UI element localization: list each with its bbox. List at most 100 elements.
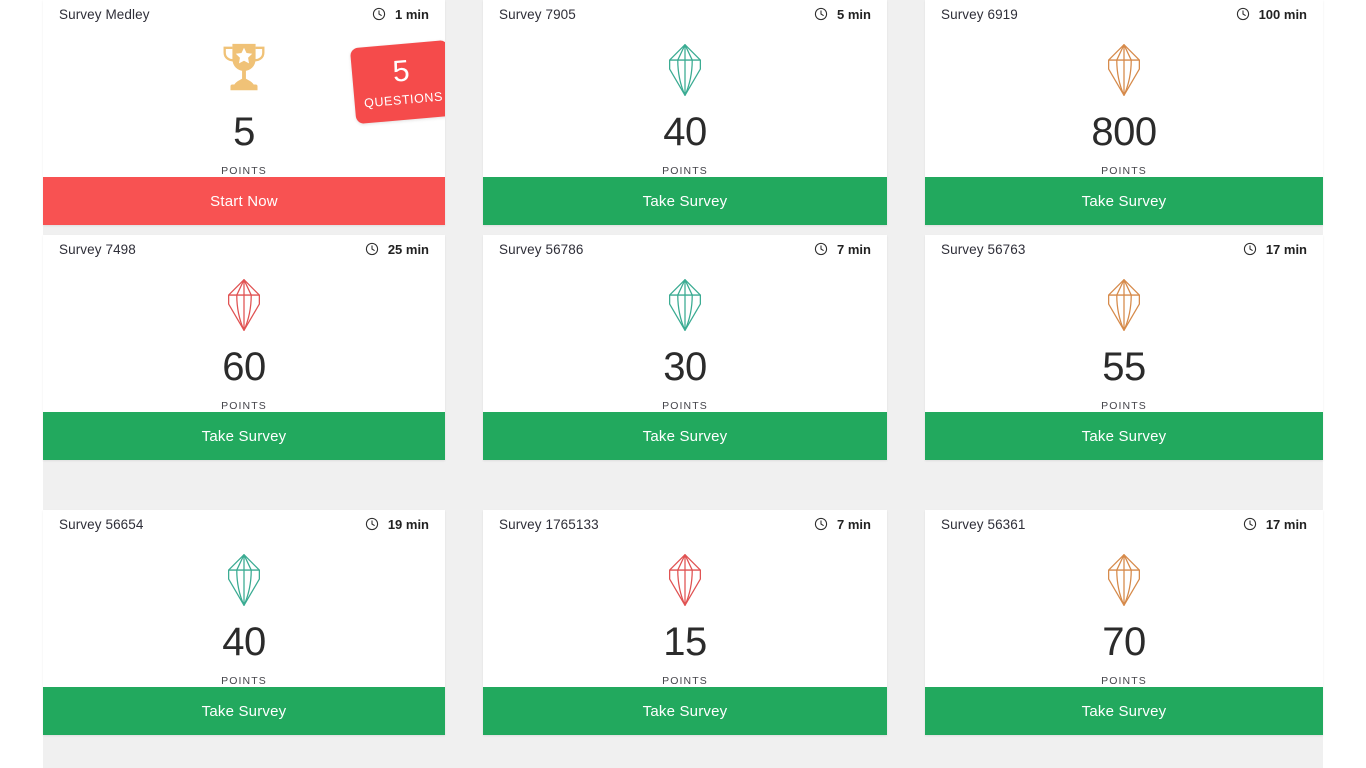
clock-icon (372, 7, 386, 21)
survey-title: Survey 56786 (499, 241, 584, 257)
card-body: 30 POINTS (483, 263, 887, 412)
points-value: 40 (222, 620, 266, 664)
take-survey-button[interactable]: Take Survey (43, 687, 445, 735)
card-header: Survey 56763 17 min (925, 235, 1323, 263)
gem-icon (669, 554, 701, 606)
duration-text: 5 min (837, 6, 871, 22)
points-value: 60 (222, 345, 266, 389)
duration-text: 19 min (387, 516, 429, 532)
points-value: 55 (1102, 345, 1146, 389)
duration-text: 1 min (395, 6, 429, 22)
card-body: 70 POINTS (925, 538, 1323, 687)
card-body: 60 POINTS (43, 263, 445, 412)
take-survey-button[interactable]: Take Survey (483, 177, 887, 225)
gem-icon (1108, 279, 1140, 331)
card-header: Survey 7905 5 min (483, 0, 887, 28)
take-survey-button[interactable]: Take Survey (925, 412, 1323, 460)
survey-card-grid: Survey Medley 1 min 5 POINTS 5 QUESTIONS Start… (43, 0, 1323, 768)
survey-card: Survey 1765133 7 min 15 POINTS Take Survey (483, 510, 887, 735)
survey-title: Survey 56654 (59, 516, 144, 532)
points-value: 30 (663, 345, 707, 389)
card-header: Survey 1765133 7 min (483, 510, 887, 538)
duration-text: 7 min (837, 241, 871, 257)
survey-duration: 100 min (1236, 7, 1307, 22)
survey-duration: 25 min (365, 242, 429, 257)
survey-title: Survey 7905 (499, 6, 576, 22)
card-body: 800 POINTS (925, 28, 1323, 177)
survey-card: Survey 7498 25 min 60 POINTS Take Survey (43, 235, 445, 460)
take-survey-button[interactable]: Take Survey (925, 687, 1323, 735)
points-label: POINTS (221, 400, 267, 412)
survey-card: Survey Medley 1 min 5 POINTS 5 QUESTIONS Start… (43, 0, 445, 225)
take-survey-button[interactable]: Take Survey (483, 412, 887, 460)
survey-duration: 1 min (372, 7, 429, 22)
survey-duration: 5 min (814, 7, 871, 22)
take-survey-button[interactable]: Take Survey (925, 177, 1323, 225)
card-header: Survey 56786 7 min (483, 235, 887, 263)
duration-text: 7 min (837, 516, 871, 532)
questions-count: 5 (391, 54, 411, 89)
gem-icon (1108, 554, 1140, 606)
survey-duration: 7 min (814, 242, 871, 257)
gem-icon (228, 279, 260, 331)
card-header: Survey Medley 1 min (43, 0, 445, 28)
survey-card: Survey 56786 7 min 30 POINTS Take Survey (483, 235, 887, 460)
points-label: POINTS (221, 675, 267, 687)
card-body: 5 POINTS 5 QUESTIONS (43, 28, 445, 177)
survey-card: Survey 56361 17 min 70 POINTS Take Survey (925, 510, 1323, 735)
trophy-icon (223, 43, 265, 91)
points-value: 800 (1091, 110, 1157, 154)
points-label: POINTS (662, 165, 708, 177)
take-survey-button[interactable]: Take Survey (43, 412, 445, 460)
duration-text: 100 min (1258, 6, 1307, 22)
survey-title: Survey 1765133 (499, 516, 599, 532)
survey-card: Survey 56654 19 min 40 POINTS Take Survey (43, 510, 445, 735)
duration-text: 17 min (1265, 241, 1307, 257)
survey-duration: 17 min (1243, 517, 1307, 532)
card-body: 40 POINTS (43, 538, 445, 687)
questions-label: QUESTIONS (363, 89, 444, 111)
points-label: POINTS (662, 400, 708, 412)
points-value: 5 (233, 110, 255, 154)
duration-text: 25 min (387, 241, 429, 257)
survey-title: Survey 7498 (59, 241, 136, 257)
clock-icon (814, 242, 828, 256)
gem-icon (1108, 44, 1140, 96)
clock-icon (1243, 517, 1256, 531)
clock-icon (1243, 242, 1256, 256)
points-value: 15 (663, 620, 707, 664)
survey-card: Survey 7905 5 min 40 POINTS Take Survey (483, 0, 887, 225)
points-label: POINTS (1101, 165, 1147, 177)
card-body: 55 POINTS (925, 263, 1323, 412)
card-header: Survey 56361 17 min (925, 510, 1323, 538)
take-survey-button[interactable]: Take Survey (483, 687, 887, 735)
survey-card: Survey 56763 17 min 55 POINTS Take Survey (925, 235, 1323, 460)
clock-icon (365, 242, 378, 256)
questions-badge: 5 QUESTIONS (349, 39, 445, 125)
card-header: Survey 56654 19 min (43, 510, 445, 538)
survey-title: Survey 56361 (941, 516, 1026, 532)
gem-icon (669, 279, 701, 331)
card-header: Survey 7498 25 min (43, 235, 445, 263)
points-label: POINTS (1101, 675, 1147, 687)
clock-icon (365, 517, 378, 531)
points-label: POINTS (1101, 400, 1147, 412)
card-body: 40 POINTS (483, 28, 887, 177)
survey-duration: 7 min (814, 517, 871, 532)
card-body: 15 POINTS (483, 538, 887, 687)
points-label: POINTS (221, 165, 267, 177)
points-label: POINTS (662, 675, 708, 687)
survey-card: Survey 6919 100 min 800 POINTS Take Survey (925, 0, 1323, 225)
survey-title: Survey Medley (59, 6, 150, 22)
survey-duration: 17 min (1243, 242, 1307, 257)
gem-icon (669, 44, 701, 96)
clock-icon (1236, 7, 1249, 21)
points-value: 40 (663, 110, 707, 154)
gem-icon (228, 554, 260, 606)
start-now-button[interactable]: Start Now (43, 177, 445, 225)
clock-icon (814, 517, 828, 531)
survey-duration: 19 min (365, 517, 429, 532)
clock-icon (814, 7, 828, 21)
duration-text: 17 min (1265, 516, 1307, 532)
survey-title: Survey 56763 (941, 241, 1026, 257)
